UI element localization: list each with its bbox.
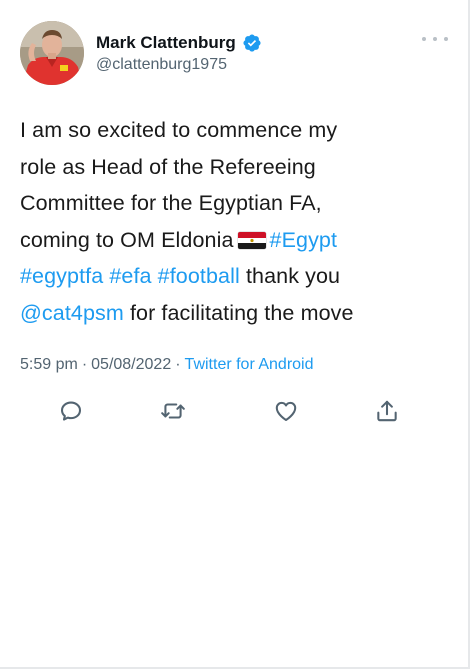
avatar-image [20,21,84,85]
tweet-text-line: #egyptfa #efa #football thank you [20,258,452,295]
tweet-text-line: coming to OM Eldonia #Egypt [20,222,452,259]
tweet-time[interactable]: 5:59 pm [20,356,78,373]
tweet-text-line: Committee for the Egyptian FA, [20,185,452,222]
meta-separator: · [81,356,88,373]
author-names: Mark Clattenburg @clattenburg1975 [96,32,262,74]
retweet-icon[interactable] [160,398,186,424]
egypt-flag-icon [237,231,266,249]
tweet-text-segment: role as Head of the Refereeing [20,154,316,179]
tweet-source-link[interactable]: Twitter for Android [185,356,314,373]
tweet-text-segment: Committee for the Egyptian FA, [20,191,322,216]
tweet-date[interactable]: 05/08/2022 [91,356,171,373]
like-icon[interactable] [273,398,299,424]
share-icon[interactable] [374,398,400,424]
tweet-card: Mark Clattenburg @clattenburg1975 I am s… [0,0,470,669]
more-options-icon[interactable] [422,32,448,46]
verified-badge-icon [242,33,262,53]
tweet-actions [58,398,398,424]
display-name-row: Mark Clattenburg [96,32,262,54]
hashtag-egypt-link[interactable]: #Egypt [270,228,338,252]
tweet-header: Mark Clattenburg @clattenburg1975 [20,18,448,88]
reply-icon[interactable] [58,398,84,424]
tweet-text-line: I am so excited to commence my [20,112,452,149]
mention-cat4psm-link[interactable]: @cat4psm [20,301,124,325]
tweet-text-segment: for facilitating the move [123,300,354,325]
avatar[interactable] [20,21,84,85]
tweet-text-line: role as Head of the Refereeing [20,149,452,186]
tweet-text: I am so excited to commence my role as H… [20,112,452,332]
tweet-text-segment: thank you [239,264,341,289]
display-name[interactable]: Mark Clattenburg [96,33,236,53]
tweet-text-line: @cat4psm for facilitating the move [20,295,452,332]
author-handle[interactable]: @clattenburg1975 [96,56,262,74]
meta-separator: · [175,356,181,373]
tweet-text-segment: coming to OM Eldonia [20,227,234,252]
hashtags-link[interactable]: #egyptfa #efa #football [20,264,240,288]
tweet-metadata: 5:59 pm · 05/08/2022 · Twitter for Android [20,356,314,374]
tweet-text-segment: I am so excited to commence my [20,118,338,142]
